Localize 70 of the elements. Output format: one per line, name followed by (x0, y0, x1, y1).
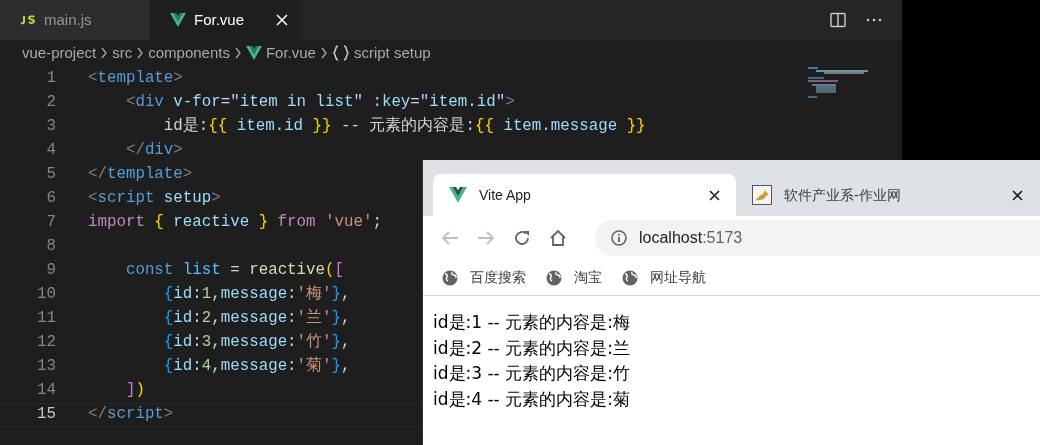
tab-title: 软件产业系-作业网 (784, 185, 901, 205)
line-number: 4 (45, 140, 56, 162)
line-number: 5 (45, 164, 56, 186)
bookmark-link[interactable]: 百度搜索 (470, 267, 526, 288)
js-file-icon (20, 15, 36, 25)
close-icon[interactable] (709, 189, 720, 201)
globe-icon (546, 269, 562, 286)
line-number: 2 (45, 92, 56, 114)
line-number: 11 (36, 308, 56, 330)
bookmark-link[interactable]: 淘宝 (574, 267, 602, 288)
page-text-line: id是:2 -- 元素的内容是:兰 (433, 336, 631, 360)
code-line: {id:3,message:'竹'}, (162, 332, 351, 354)
code-line: {id:4,message:'菊'}, (162, 355, 351, 378)
line-number: 13 (36, 356, 56, 378)
line-number: 8 (45, 236, 56, 258)
code-line: id是:{{ item.id }} -- 元素的内容是:{{ item.message }} (162, 115, 646, 138)
editor-tab[interactable]: main.js (0, 0, 150, 40)
tab-label: main.js (44, 9, 92, 30)
v-logo-icon (245, 46, 262, 60)
code-line: import { reactive } from 'vue'; (88, 212, 382, 234)
tab-title: Vite App (479, 185, 531, 205)
page-text-line: id是:4 -- 元素的内容是:菊 (433, 387, 631, 411)
breadcrumb-item[interactable]: script setup (353, 41, 431, 65)
split-editor-icon[interactable] (830, 12, 846, 28)
address-bar[interactable]: localhost:5173 (595, 220, 1040, 256)
line-number: 7 (45, 212, 56, 234)
line-number: 3 (45, 116, 56, 138)
code-line: {id:1,message:'梅'}, (162, 284, 351, 306)
close-icon[interactable] (1012, 189, 1023, 201)
code-line: <template> (88, 68, 183, 90)
editor-tab[interactable]: For.vue (150, 0, 300, 40)
page-text-line: id是:3 -- 元素的内容是:竹 (433, 362, 631, 385)
v-logo-icon (449, 187, 467, 203)
globe-icon (442, 269, 458, 286)
line-number: 9 (45, 260, 56, 282)
page-text-line: id是:1 -- 元素的内容是:梅 (433, 311, 631, 334)
chevron-right-icon (136, 47, 145, 59)
chevron-right-icon (100, 47, 109, 59)
breadcrumb-item[interactable]: vue-project (22, 41, 97, 65)
reload-icon[interactable] (513, 229, 531, 247)
bookmark-link[interactable]: 网址导航 (650, 267, 706, 288)
code-line: <div v-for="item in list" :key="item.id"> (124, 92, 515, 114)
line-number: 14 (36, 380, 56, 402)
code-line: ]) (124, 380, 145, 402)
code-line: {id:2,message:'兰'}, (162, 307, 351, 330)
browser-tab[interactable]: 软件产业系-作业网 (736, 174, 1039, 216)
code-line: </script> (88, 404, 174, 426)
info-icon (611, 230, 627, 246)
chevron-right-icon (319, 47, 328, 59)
tab-label: For.vue (194, 9, 245, 30)
line-number: 12 (36, 332, 56, 354)
breadcrumb-item[interactable]: src (112, 41, 133, 65)
code-line: const list = reactive([ (124, 260, 344, 282)
code-line: </template> (88, 164, 193, 186)
line-number: 6 (45, 188, 56, 210)
home-icon[interactable] (549, 229, 567, 247)
chevron-right-icon (233, 47, 242, 59)
code-line: </div> (124, 140, 183, 162)
line-number: 10 (36, 284, 56, 306)
braces-icon (331, 45, 350, 61)
breadcrumb-item[interactable]: components (148, 41, 230, 65)
v-logo-icon (170, 13, 186, 27)
line-number: 1 (45, 68, 56, 90)
line-number: 15 (36, 404, 56, 426)
url-text: localhost:5173 (639, 228, 743, 248)
globe-icon (622, 269, 638, 286)
more-icon[interactable] (866, 18, 882, 22)
breadcrumb-item[interactable]: For.vue (265, 41, 316, 65)
browser-tab[interactable]: Vite App (433, 174, 736, 216)
code-line: <script setup> (88, 188, 221, 210)
